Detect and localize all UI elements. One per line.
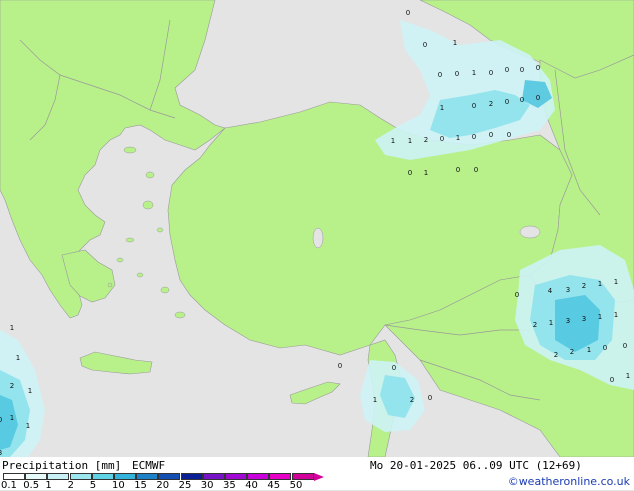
lake-van (519, 225, 541, 239)
precip-value-label: 0 (474, 166, 478, 174)
precip-value-label: 1 (391, 137, 395, 145)
precip-value-label: 0 (536, 94, 540, 102)
precip-value-label: 1 (587, 346, 591, 354)
precip-value-label: 0 (392, 364, 396, 372)
precip-value-label: 1 (408, 137, 412, 145)
precip-value-label: 0 (472, 102, 476, 110)
precip-value-label: 0 (520, 96, 524, 104)
colorbar-swatch (291, 473, 314, 480)
colorbar-swatch (3, 473, 25, 480)
precip-value-label: 0 (536, 64, 540, 72)
colorbar-label: 5 (89, 480, 97, 491)
map-canvas: 0100 0 1 0 0 0 01 0 2 0 0 01 1 2 0 1 0 0 010 0 00 4 3 2 1 12 1 3 3 1 1… (0, 0, 634, 457)
precip-value-label: 2 (424, 136, 428, 144)
colorbar-label: 40 (245, 480, 258, 491)
precip-value-label: 0 (456, 166, 460, 174)
precip-value-label: 0 (408, 169, 412, 177)
precip-value-label: 1 (549, 319, 553, 327)
precip-value-label: 3 (566, 317, 570, 325)
precip-value-label: 2 (533, 321, 537, 329)
precip-value-label: 1 (440, 104, 444, 112)
colorbar-label: 1 (45, 480, 52, 491)
precip-value-label: 0 (603, 344, 607, 352)
colorbar-label: 15 (134, 480, 147, 491)
colorbar-swatch (25, 473, 48, 480)
precip-value-label: 3 (0, 449, 2, 457)
colorbar-swatch (269, 473, 292, 480)
precip-value-label: 2 (410, 396, 414, 404)
precip-value-label: 4 (548, 287, 553, 295)
precip-value-label: 2 (489, 100, 493, 108)
colorbar-swatch (180, 473, 203, 480)
colorbar-swatch (136, 473, 159, 480)
colorbar-label: 50 (289, 480, 303, 491)
colorbar-label: 45 (267, 480, 281, 491)
precipitation-map[interactable]: 0100010000102000112010001000043211213311… (0, 0, 634, 457)
precip-value-label: 1 (598, 280, 602, 288)
colorbar-swatch (47, 473, 70, 480)
precip-value-label: 0 (406, 9, 410, 17)
precip-value-label: 0 (455, 70, 459, 78)
precip-value-label: 0 (610, 376, 614, 384)
precip-value-label: 1 (598, 313, 602, 321)
colorbar-label: 25 (178, 480, 192, 491)
colorbar-label: 0.1 (1, 480, 17, 491)
precip-value-label: 1 (16, 354, 20, 362)
precip-value-label: 0 (520, 66, 524, 74)
precip-value-label: 1 (614, 311, 618, 319)
precip-value-label: 3 (566, 286, 570, 294)
colorbar-label: 10 (112, 480, 125, 491)
credit-link[interactable]: ©weatheronline.co.uk (508, 475, 630, 488)
colorbar-label: 30 (200, 480, 214, 491)
precip-value-label: 2 (554, 351, 558, 359)
precip-value-label: 0 (0, 416, 2, 424)
precip-value-label: 3 (582, 315, 586, 323)
precip-value-label: 0 (515, 291, 519, 299)
lake-tuz (312, 227, 324, 249)
precip-value-label: 1 (28, 387, 32, 395)
precip-value-label: 0 (489, 69, 493, 77)
colorbar-swatch (247, 473, 270, 480)
precip-value-label: 0 (440, 135, 444, 143)
precip-value-label: 0 (428, 394, 432, 402)
colorbar-label: 20 (156, 480, 170, 491)
precip-value-label: 1 (10, 324, 14, 332)
colorbar-label: 35 (223, 480, 236, 491)
precip-value-label: 0 (505, 66, 509, 74)
precip-value-label: 0 (623, 342, 627, 350)
colorbar-swatch (91, 473, 114, 480)
model-name: ECMWF (132, 459, 166, 472)
precip-value-label: 1 (26, 422, 30, 430)
colorbar-swatch (114, 473, 136, 480)
precip-value-label: 0 (438, 71, 442, 79)
precip-value-label: 0 (472, 133, 476, 141)
colorbar-label: 2 (67, 480, 74, 491)
precip-value-label: 1 (456, 134, 460, 142)
forecast-datetime: Mo 20-01-2025 06..09 UTC (12+69) (370, 459, 582, 472)
colorbar-arrow-icon (313, 473, 324, 481)
precip-value-label: 1 (373, 396, 377, 404)
legend-title: Precipitation [mm] (2, 459, 122, 472)
precip-value-label: 1 (614, 278, 618, 286)
precip-value-label: 1 (453, 39, 457, 47)
precip-value-label: 2 (10, 382, 14, 390)
colorbar-label: 0.5 (23, 480, 40, 491)
precip-value-label: 0 (505, 98, 509, 106)
colorbar-swatch (202, 473, 225, 480)
precip-value-label: 1 (626, 372, 630, 380)
colorbar-swatch (225, 473, 247, 480)
precip-value-label: 1 (10, 414, 14, 422)
precip-value-label: 0 (507, 131, 511, 139)
precip-value-label: 1 (424, 169, 428, 177)
precip-value-label: 1 (472, 69, 476, 77)
colorbar-swatch (69, 473, 92, 480)
precip-value-label: 2 (582, 282, 586, 290)
colorbar-swatch (158, 473, 181, 480)
precip-value-label: 0 (423, 41, 427, 49)
precip-value-label: 2 (570, 348, 574, 356)
precip-value-label: 0 (338, 362, 342, 370)
precip-value-label: 0 (489, 131, 493, 139)
